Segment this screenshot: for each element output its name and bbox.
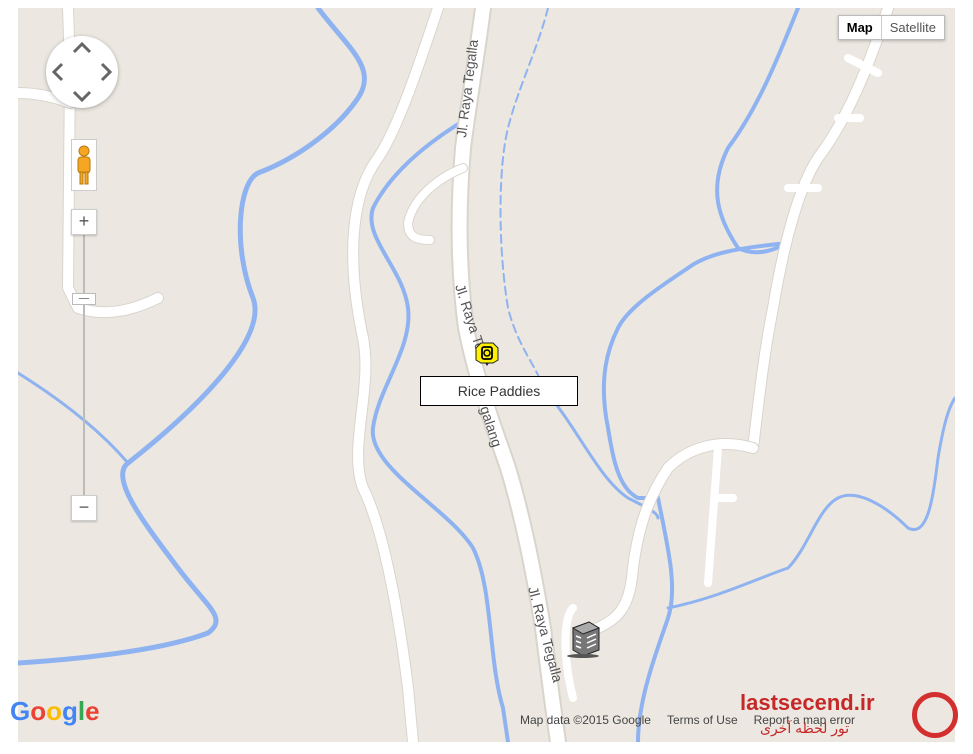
map-type-map-button[interactable]: Map xyxy=(839,16,882,39)
street-view-pegman[interactable] xyxy=(71,139,97,191)
road-east xyxy=(748,8,893,453)
place-label-box[interactable]: Rice Paddies xyxy=(420,376,578,406)
terms-of-use-link[interactable]: Terms of Use xyxy=(667,713,738,727)
pegman-icon xyxy=(77,145,91,185)
zoom-slider-track[interactable] xyxy=(83,233,85,503)
google-logo[interactable]: Google xyxy=(10,696,100,727)
road-spur-1 xyxy=(704,444,722,587)
hotel-building-marker[interactable] xyxy=(563,618,603,658)
stream-west xyxy=(18,371,130,465)
zoom-out-button[interactable]: − xyxy=(71,495,97,521)
rice-paddies-marker[interactable] xyxy=(475,342,499,366)
map-type-satellite-button[interactable]: Satellite xyxy=(882,16,944,39)
hotel-building-icon xyxy=(567,621,601,658)
zoom-slider-handle[interactable] xyxy=(72,293,96,305)
watermark-clock-icon xyxy=(912,692,958,738)
map-type-control: Map Satellite xyxy=(837,15,945,40)
pan-control[interactable] xyxy=(46,36,118,108)
watermark: lastsecend.ir تور لحظه آخری xyxy=(740,690,958,746)
watermark-text: lastsecend.ir xyxy=(740,690,875,715)
zoom-in-button[interactable]: + xyxy=(71,209,97,235)
map-features: Jl. Raya Tegalla Jl. Raya Te galang Jl. … xyxy=(18,8,955,742)
camera-icon xyxy=(475,342,499,366)
stream-dashed xyxy=(499,8,549,389)
road-curve xyxy=(348,8,443,742)
pan-arrows-icon xyxy=(51,41,113,103)
map-canvas[interactable]: Jl. Raya Tegalla Jl. Raya Te galang Jl. … xyxy=(18,8,955,742)
map-data-attribution: Map data ©2015 Google xyxy=(520,713,651,727)
river-east xyxy=(601,8,800,500)
watermark-subtext: تور لحظه آخری xyxy=(760,720,850,736)
